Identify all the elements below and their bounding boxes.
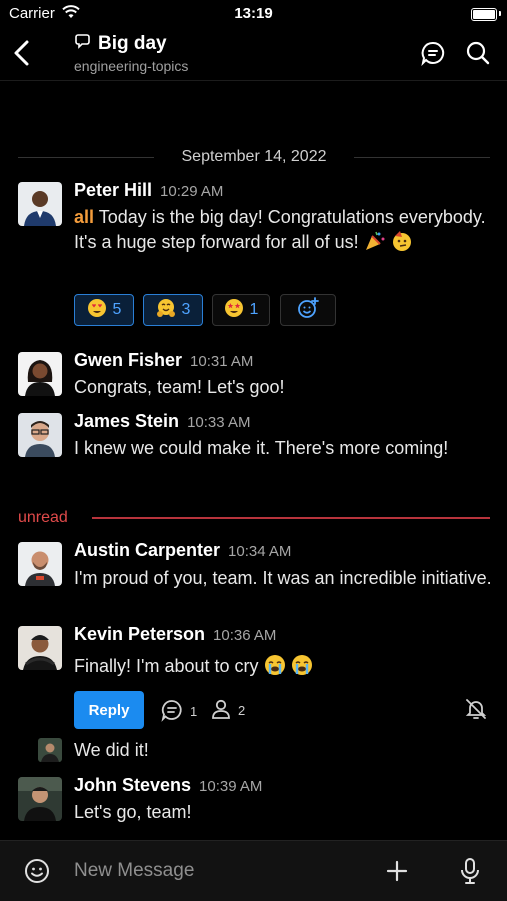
date-separator: September 14, 2022 [18, 146, 490, 168]
reply-button[interactable]: Reply [74, 691, 144, 729]
channel-title: Big day [98, 33, 167, 54]
post-message: Finally! I'm about to cry [74, 654, 492, 679]
post-header: Austin Carpenter 10:34 AM [74, 540, 291, 561]
unread-label: unread [18, 509, 68, 526]
party-popper-emoji-icon [364, 230, 386, 252]
battery-icon [471, 8, 497, 21]
reaction-star-struck[interactable]: 1 [212, 294, 270, 326]
post-message: Congrats, team! Let's goo! [74, 377, 285, 397]
add-reaction-icon [297, 296, 319, 324]
plus-icon[interactable] [384, 858, 410, 889]
search-icon[interactable] [465, 40, 491, 66]
hugging-face-emoji-icon [156, 298, 176, 323]
message-text: Today is the big day! Congratulations ev… [74, 207, 486, 252]
star-struck-emoji-icon [224, 298, 244, 323]
replies-icon [160, 698, 184, 725]
thread-bubble-icon [74, 32, 92, 56]
unread-divider [92, 517, 490, 519]
post-time: 10:31 AM [190, 353, 254, 370]
battery-tip [499, 11, 501, 16]
post-time: 10:39 AM [199, 778, 263, 795]
author-name[interactable]: Gwen Fisher [74, 350, 182, 370]
microphone-icon[interactable] [458, 857, 482, 890]
status-bar: Carrier 13:19 [0, 0, 507, 28]
reaction-count: 1 [249, 301, 259, 318]
threads-icon[interactable] [420, 40, 446, 67]
post-header: Gwen Fisher 10:31 AM [74, 350, 253, 371]
post-header: John Stevens 10:39 AM [74, 775, 262, 796]
post-header: Peter Hill 10:29 AM [74, 180, 223, 201]
channel-title-block[interactable]: Big day engineering-topics [74, 32, 188, 74]
author-name[interactable]: James Stein [74, 411, 179, 431]
avatar-austin-carpenter[interactable] [18, 542, 62, 586]
reply-count-value: 1 [190, 704, 198, 719]
date-label: September 14, 2022 [167, 148, 341, 165]
post-time: 10:33 AM [187, 414, 251, 431]
reaction-count: 3 [181, 301, 191, 318]
reply-count[interactable]: 1 [160, 698, 197, 725]
loudly-crying-emoji-icon [291, 654, 313, 676]
channel-header: Big day engineering-topics [0, 28, 507, 81]
back-chevron-icon[interactable] [10, 38, 34, 68]
add-reaction-button[interactable] [280, 294, 336, 326]
post-message: all Today is the big day! Congratulation… [74, 205, 492, 254]
unfollow-bell-icon[interactable] [464, 697, 488, 726]
avatar-peter-hill[interactable] [18, 182, 62, 226]
author-name[interactable]: John Stevens [74, 775, 191, 795]
participant-count-value: 2 [238, 703, 246, 718]
avatar-kevin-peterson[interactable] [18, 626, 62, 670]
author-name[interactable]: Austin Carpenter [74, 540, 220, 560]
avatar-gwen-fisher[interactable] [18, 352, 62, 396]
post-header: Kevin Peterson 10:36 AM [74, 624, 276, 645]
post-time: 10:34 AM [228, 543, 292, 560]
message-text: Finally! I'm about to cry [74, 656, 259, 676]
heart-eyes-emoji-icon [87, 298, 107, 323]
loudly-crying-emoji-icon [264, 654, 286, 676]
avatar-james-stein[interactable] [18, 413, 62, 457]
participant-count[interactable]: 2 [210, 698, 245, 723]
author-name[interactable]: Peter Hill [74, 180, 152, 200]
post-time: 10:29 AM [160, 183, 224, 200]
partying-face-emoji-icon [391, 230, 413, 252]
post-message: Let's go, team! [74, 802, 192, 822]
emoji-picker-icon[interactable] [24, 858, 50, 889]
author-name[interactable]: Kevin Peterson [74, 624, 205, 644]
reaction-hug[interactable]: 3 [143, 294, 203, 326]
post-message: We did it! [74, 740, 149, 760]
person-icon [210, 698, 232, 723]
avatar-small[interactable] [38, 738, 62, 762]
post-header: James Stein 10:33 AM [74, 411, 250, 432]
clock: 13:19 [234, 5, 273, 22]
avatar-john-stevens[interactable] [18, 777, 62, 821]
mention-all[interactable]: all [74, 207, 94, 227]
reaction-heart-eyes[interactable]: 5 [74, 294, 134, 326]
reaction-count: 5 [112, 301, 122, 318]
post-message: I knew we could make it. There's more co… [74, 438, 449, 458]
channel-subtitle: engineering-topics [74, 58, 189, 74]
post-time: 10:36 AM [213, 627, 277, 644]
message-composer: New Message [0, 840, 507, 901]
message-input[interactable]: New Message [74, 860, 194, 882]
post-message: I'm proud of you, team. It was an incred… [74, 568, 492, 588]
